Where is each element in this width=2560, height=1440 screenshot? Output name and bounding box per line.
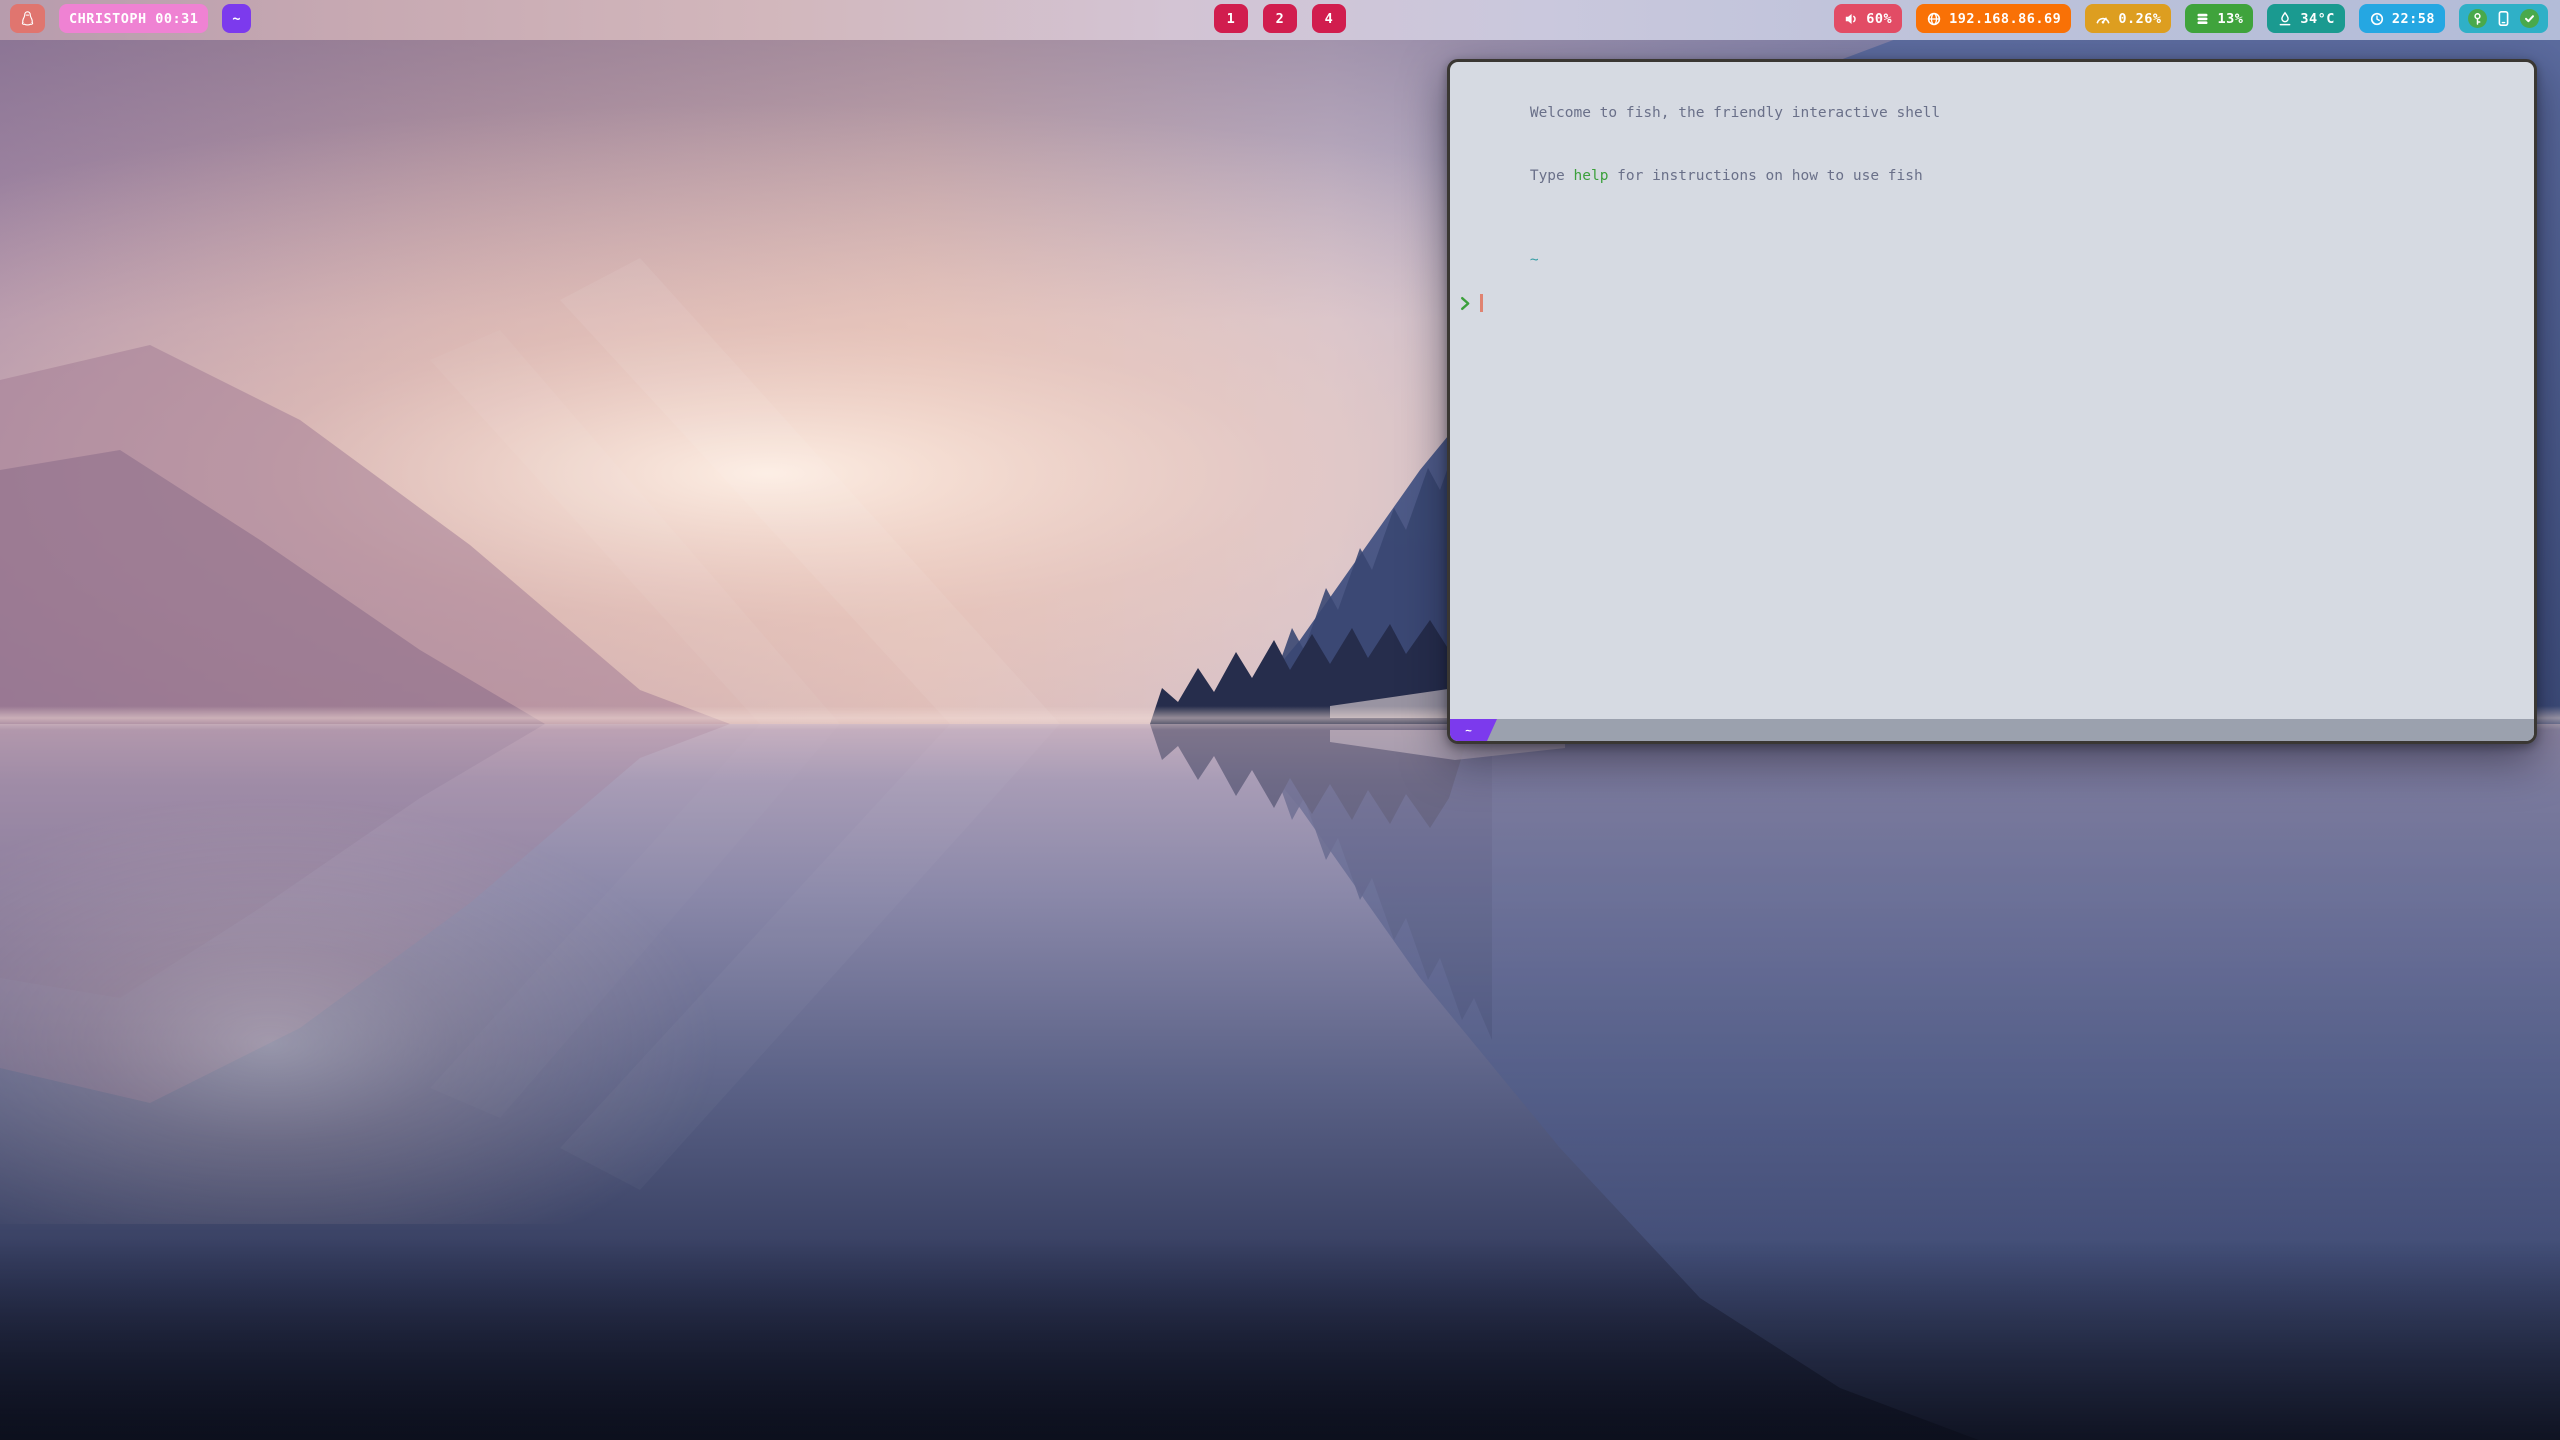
gauge-icon (2095, 11, 2111, 26)
terminal-blank-line (1460, 208, 2524, 229)
workspace-switcher: 1 2 4 (1214, 4, 1346, 33)
workspace-2-button[interactable]: 2 (1263, 4, 1297, 33)
memory-label: 13% (2217, 11, 2243, 27)
terminal-line: Type help for instructions on how to use… (1460, 145, 2524, 208)
linux-tux-icon (20, 10, 35, 27)
user-clock-badge[interactable]: CHRISTOPH 00:31 (59, 4, 208, 33)
prompt-chevron-icon (1460, 296, 1471, 311)
clock-icon (2369, 11, 2385, 27)
terminal-tab-bar: ~ (1450, 719, 2534, 741)
fish-help-prefix: Type (1530, 168, 1574, 184)
check-icon[interactable] (2520, 9, 2539, 28)
globe-icon (1926, 11, 1942, 27)
terminal-tab-home[interactable]: ~ (1450, 719, 1497, 741)
os-badge[interactable] (10, 4, 45, 33)
network-ip-label: 192.168.86.69 (1949, 11, 2061, 27)
network-badge[interactable]: 192.168.86.69 (1916, 4, 2071, 33)
status-bar: CHRISTOPH 00:31 ~ 1 2 4 60% (0, 0, 2560, 40)
clock-label: 22:58 (2392, 11, 2435, 27)
workspace-2-label: 2 (1276, 11, 1285, 27)
cpu-load-badge[interactable]: 0.26% (2085, 4, 2171, 33)
statusbar-left-cluster: CHRISTOPH 00:31 ~ (10, 4, 251, 33)
terminal-content[interactable]: Welcome to fish, the friendly interactiv… (1450, 62, 2534, 719)
fish-help-suffix: for instructions on how to use fish (1608, 168, 1922, 184)
volume-badge[interactable]: 60% (1834, 4, 1902, 33)
fish-help-keyword: help (1574, 168, 1609, 184)
terminal-tab-title: ~ (1465, 724, 1472, 737)
terminal-cwd-line: ~ (1460, 229, 2524, 292)
workspace-1-label: 1 (1227, 11, 1236, 27)
cwd-label: ~ (1530, 252, 1539, 268)
fish-welcome-text: Welcome to fish, the friendly interactiv… (1530, 105, 1940, 121)
workspace-4-label: 4 (1325, 11, 1334, 27)
desktop: CHRISTOPH 00:31 ~ 1 2 4 60% (0, 0, 2560, 1440)
terminal-prompt-line (1460, 292, 2524, 313)
volume-label: 60% (1866, 11, 1892, 27)
system-tray (2459, 4, 2548, 33)
terminal-window: Welcome to fish, the friendly interactiv… (1447, 59, 2537, 744)
path-label: ~ (232, 11, 241, 27)
workspace-4-button[interactable]: 4 (1312, 4, 1346, 33)
cpu-load-label: 0.26% (2118, 11, 2161, 27)
phone-icon[interactable] (2496, 10, 2511, 27)
user-clock-label: CHRISTOPH 00:31 (69, 11, 198, 27)
key-icon[interactable] (2468, 9, 2487, 28)
text-cursor (1480, 294, 1483, 312)
workspace-1-button[interactable]: 1 (1214, 4, 1248, 33)
temperature-label: 34°C (2300, 11, 2335, 27)
statusbar-right-cluster: 60% 192.168.86.69 0.26% (1834, 4, 2548, 33)
path-badge[interactable]: ~ (222, 4, 251, 33)
memory-icon (2195, 11, 2210, 27)
terminal-line: Welcome to fish, the friendly interactiv… (1460, 82, 2524, 145)
memory-badge[interactable]: 13% (2185, 4, 2253, 33)
thermometer-icon (2277, 11, 2293, 27)
temperature-badge[interactable]: 34°C (2267, 4, 2345, 33)
clock-badge[interactable]: 22:58 (2359, 4, 2445, 33)
speaker-icon (1844, 11, 1859, 27)
